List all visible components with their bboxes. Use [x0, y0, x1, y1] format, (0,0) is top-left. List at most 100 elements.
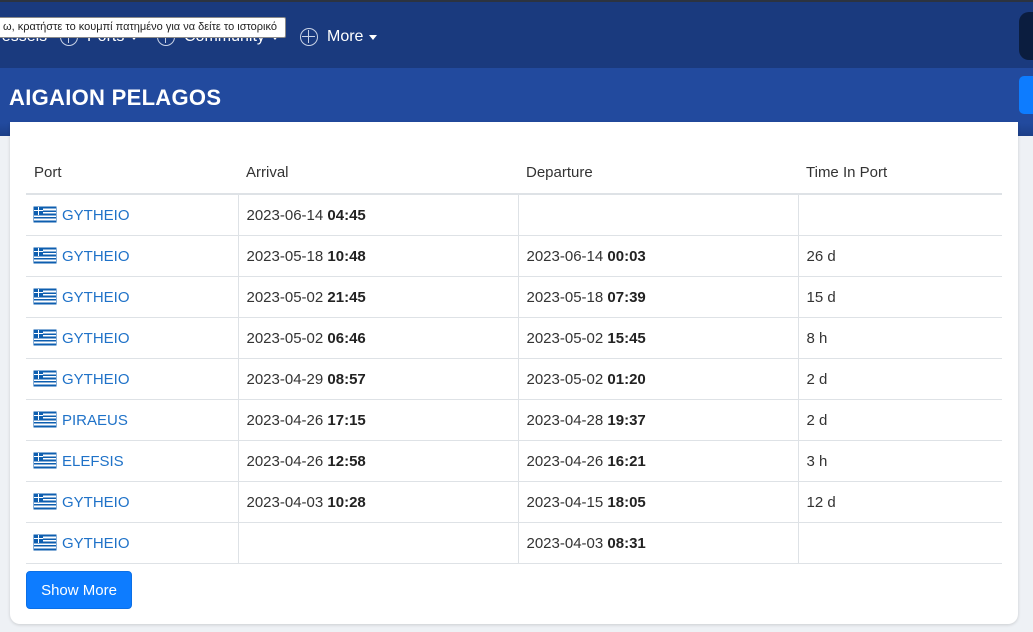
arrival-time: 08:57	[327, 370, 366, 388]
port-link[interactable]: GYTHEIO	[62, 248, 130, 265]
greece-flag-icon	[34, 493, 56, 509]
arrival-cell: 2023-04-26 12:58	[238, 440, 519, 482]
departure-cell: 2023-05-02 01:20	[518, 358, 799, 400]
arrival-date: 2023-05-02	[246, 288, 324, 306]
nav-label-more: More	[327, 28, 364, 45]
arrival-cell: 2023-06-14 04:45	[238, 194, 519, 236]
greece-flag-icon	[34, 329, 56, 345]
departure-date: 2023-04-26	[526, 452, 604, 470]
port-cell: GYTHEIO	[26, 194, 239, 236]
port-cell: GYTHEIO	[26, 481, 239, 523]
vessel-title: AIGAION PELAGOS	[9, 85, 222, 110]
port-cell: GYTHEIO	[26, 317, 239, 359]
departure-cell: 2023-04-03 08:31	[518, 522, 799, 564]
time-in-port-cell	[798, 522, 1002, 564]
greece-flag-icon	[34, 411, 56, 427]
departure-time: 19:37	[607, 411, 646, 429]
departure-date: 2023-04-28	[526, 411, 604, 429]
port-cell: GYTHEIO	[26, 358, 239, 400]
port-link[interactable]: PIRAEUS	[62, 412, 128, 429]
port-link[interactable]: GYTHEIO	[62, 289, 130, 306]
arrival-cell: 2023-04-03 10:28	[238, 481, 519, 523]
user-menu-button[interactable]	[1019, 12, 1033, 60]
arrival-cell: 2023-04-26 17:15	[238, 399, 519, 441]
port-link[interactable]: GYTHEIO	[62, 535, 130, 552]
arrival-cell: 2023-05-02 06:46	[238, 317, 519, 359]
table-row: GYTHEIO 2023-04-03 10:28 2023-04-15 18:05 1…	[26, 481, 1002, 523]
arrival-time: 10:28	[327, 493, 366, 511]
port-calls-card: Port Arrival Departure Time In Port GYTH…	[10, 122, 1018, 624]
greece-flag-icon	[34, 247, 56, 263]
greece-flag-icon	[34, 206, 56, 222]
time-in-port-cell: 26 d	[798, 235, 1002, 277]
port-link[interactable]: GYTHEIO	[62, 207, 130, 224]
port-link[interactable]: ELEFSIS	[62, 453, 124, 470]
column-header-arrival: Arrival	[238, 152, 518, 195]
table-header-row: Port Arrival Departure Time In Port	[26, 152, 1002, 195]
greece-flag-icon	[34, 452, 56, 468]
departure-cell	[518, 194, 799, 236]
departure-date: 2023-06-14	[526, 247, 604, 265]
port-cell: GYTHEIO	[26, 522, 239, 564]
time-in-port-cell: 12 d	[798, 481, 1002, 523]
table-row: ELEFSIS 2023-04-26 12:58 2023-04-26 16:21 3…	[26, 440, 1002, 482]
arrival-time: 04:45	[327, 206, 366, 224]
arrival-cell: 2023-05-02 21:45	[238, 276, 519, 318]
arrival-cell: 2023-05-18 10:48	[238, 235, 519, 277]
show-more-button[interactable]: Show More	[26, 571, 132, 609]
column-header-departure: Departure	[518, 152, 798, 195]
table-row: GYTHEIO 2023-05-02 06:46 2023-05-02 15:45 8…	[26, 317, 1002, 359]
arrival-date: 2023-04-26	[246, 452, 324, 470]
departure-time: 00:03	[607, 247, 646, 265]
chevron-down-icon	[369, 34, 378, 40]
departure-cell: 2023-05-18 07:39	[518, 276, 799, 318]
departure-time: 07:39	[607, 288, 646, 306]
port-cell: GYTHEIO	[26, 235, 239, 277]
time-in-port-cell: 3 h	[798, 440, 1002, 482]
table-row: GYTHEIO 2023-05-18 10:48 2023-06-14 00:03 2…	[26, 235, 1002, 277]
time-in-port-cell: 15 d	[798, 276, 1002, 318]
arrival-time: 10:48	[327, 247, 366, 265]
table-row: PIRAEUS 2023-04-26 17:15 2023-04-28 19:37 2…	[26, 399, 1002, 441]
nav-item-more[interactable]: More	[300, 26, 378, 48]
arrival-date: 2023-04-03	[246, 493, 324, 511]
header-action-button[interactable]	[1019, 76, 1033, 114]
arrival-time: 17:15	[327, 411, 366, 429]
departure-time: 16:21	[607, 452, 646, 470]
departure-cell: 2023-04-28 19:37	[518, 399, 799, 441]
greece-flag-icon	[34, 288, 56, 304]
greece-flag-icon	[34, 534, 56, 550]
departure-cell: 2023-05-02 15:45	[518, 317, 799, 359]
departure-time: 18:05	[607, 493, 646, 511]
departure-date: 2023-05-02	[526, 329, 604, 347]
arrival-date: 2023-04-26	[246, 411, 324, 429]
column-header-time-in-port: Time In Port	[798, 152, 1002, 195]
time-in-port-cell	[798, 194, 1002, 236]
table-row: GYTHEIO 2023-05-02 21:45 2023-05-18 07:39 1…	[26, 276, 1002, 318]
port-cell: ELEFSIS	[26, 440, 239, 482]
arrival-time: 12:58	[327, 452, 366, 470]
departure-date: 2023-04-03	[526, 534, 604, 552]
departure-date: 2023-05-02	[526, 370, 604, 388]
time-in-port-cell: 2 d	[798, 358, 1002, 400]
departure-cell: 2023-06-14 00:03	[518, 235, 799, 277]
port-cell: GYTHEIO	[26, 276, 239, 318]
arrival-date: 2023-05-18	[246, 247, 324, 265]
arrival-cell: 2023-04-29 08:57	[238, 358, 519, 400]
table-row: GYTHEIO 2023-04-29 08:57 2023-05-02 01:20 2…	[26, 358, 1002, 400]
arrival-time: 06:46	[327, 329, 366, 347]
arrival-time: 21:45	[327, 288, 366, 306]
arrival-date: 2023-04-29	[246, 370, 324, 388]
port-link[interactable]: GYTHEIO	[62, 494, 130, 511]
port-link[interactable]: GYTHEIO	[62, 330, 130, 347]
time-in-port-cell: 8 h	[798, 317, 1002, 359]
port-link[interactable]: GYTHEIO	[62, 371, 130, 388]
greece-flag-icon	[34, 370, 56, 386]
port-calls-table: Port Arrival Departure Time In Port GYTH…	[26, 152, 1002, 564]
arrival-date: 2023-05-02	[246, 329, 324, 347]
history-tooltip: ω, κρατήστε το κουμπί πατημένο για να δε…	[0, 17, 286, 38]
departure-cell: 2023-04-15 18:05	[518, 481, 799, 523]
departure-time: 15:45	[607, 329, 646, 347]
time-in-port-cell: 2 d	[798, 399, 1002, 441]
departure-time: 01:20	[607, 370, 646, 388]
